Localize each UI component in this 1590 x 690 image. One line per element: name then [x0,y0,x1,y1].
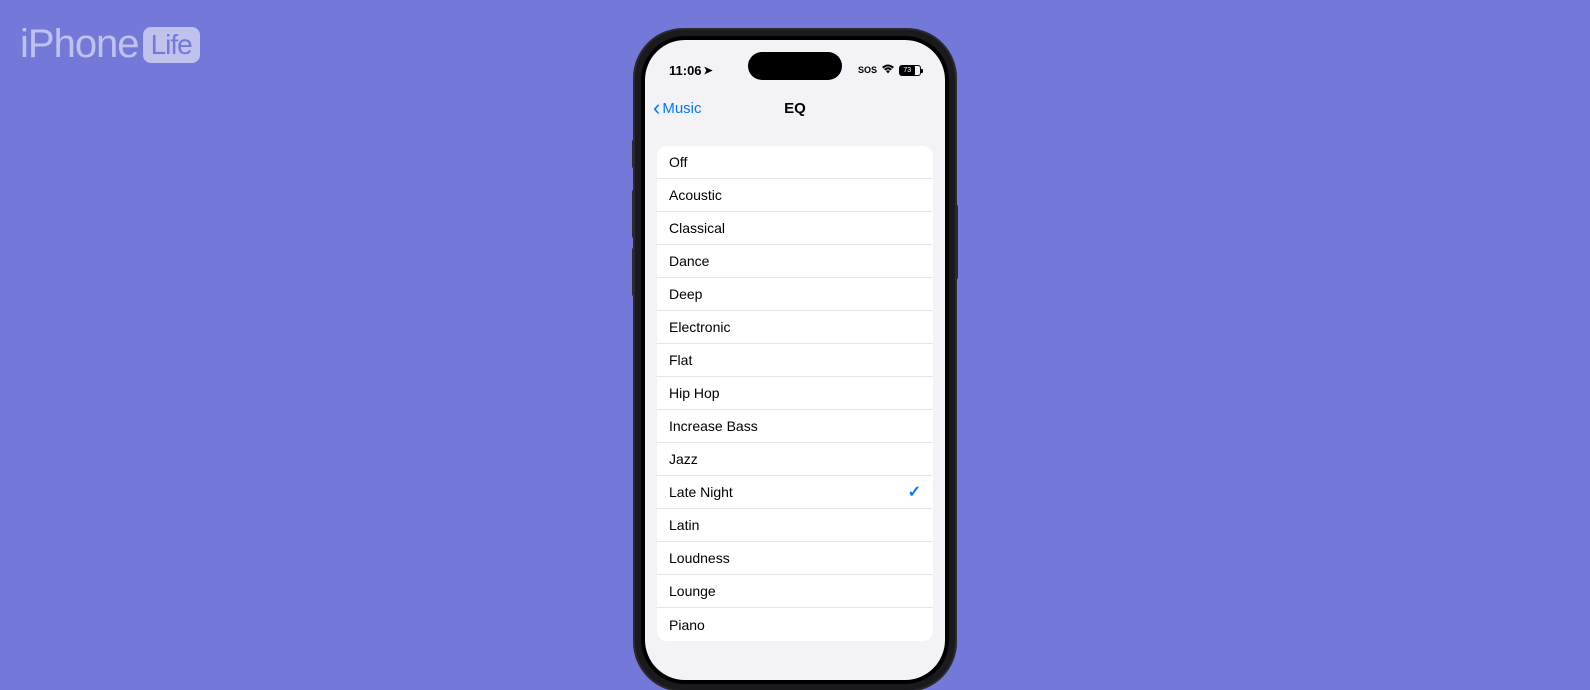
eq-option-jazz[interactable]: Jazz [657,443,933,476]
eq-option-label: Classical [669,220,725,236]
logo-brand: iPhone [20,22,139,67]
eq-option-classical[interactable]: Classical [657,212,933,245]
eq-option-piano[interactable]: Piano [657,608,933,641]
eq-option-increase-bass[interactable]: Increase Bass [657,410,933,443]
eq-option-label: Latin [669,517,699,533]
eq-option-deep[interactable]: Deep [657,278,933,311]
page-title: EQ [784,100,806,117]
eq-option-latin[interactable]: Latin [657,509,933,542]
eq-list: Off Acoustic Classical Dance Deep Electronic F… [657,146,933,641]
status-time: 11:06 [669,63,702,78]
volume-up-button [632,190,635,238]
sos-indicator: SOS [858,65,877,75]
eq-option-off[interactable]: Off [657,146,933,179]
eq-option-label: Hip Hop [669,385,720,401]
dynamic-island [748,52,842,80]
battery-icon: 73 [899,65,921,76]
back-label: Music [662,100,701,117]
eq-option-loudness[interactable]: Loudness [657,542,933,575]
eq-option-lounge[interactable]: Lounge [657,575,933,608]
eq-option-label: Increase Bass [669,418,758,434]
eq-option-label: Off [669,154,687,170]
eq-option-electronic[interactable]: Electronic [657,311,933,344]
battery-level: 73 [900,66,915,75]
volume-down-button [632,248,635,296]
phone-screen: 11:06 ➤ SOS 73 ‹ Music [645,40,945,680]
location-icon: ➤ [704,64,713,77]
power-button [955,205,958,279]
nav-bar: ‹ Music EQ [645,88,945,128]
logo-suffix: Life [143,27,200,63]
iphonelife-logo: iPhone Life [20,22,200,67]
eq-option-label: Acoustic [669,187,722,203]
eq-option-acoustic[interactable]: Acoustic [657,179,933,212]
eq-option-flat[interactable]: Flat [657,344,933,377]
eq-option-dance[interactable]: Dance [657,245,933,278]
phone-frame: 11:06 ➤ SOS 73 ‹ Music [635,30,955,690]
chevron-left-icon: ‹ [653,97,660,119]
eq-option-label: Piano [669,617,705,633]
eq-option-label: Jazz [669,451,698,467]
eq-option-label: Dance [669,253,709,269]
checkmark-icon: ✓ [908,482,921,502]
eq-option-label: Late Night [669,484,733,500]
eq-option-label: Deep [669,286,702,302]
eq-option-hip-hop[interactable]: Hip Hop [657,377,933,410]
eq-option-late-night[interactable]: Late Night ✓ [657,476,933,509]
silent-switch [632,140,635,168]
eq-option-label: Flat [669,352,692,368]
eq-option-label: Loudness [669,550,730,566]
eq-option-label: Lounge [669,583,716,599]
wifi-icon [881,64,895,77]
back-button[interactable]: ‹ Music [653,97,702,119]
eq-option-label: Electronic [669,319,730,335]
